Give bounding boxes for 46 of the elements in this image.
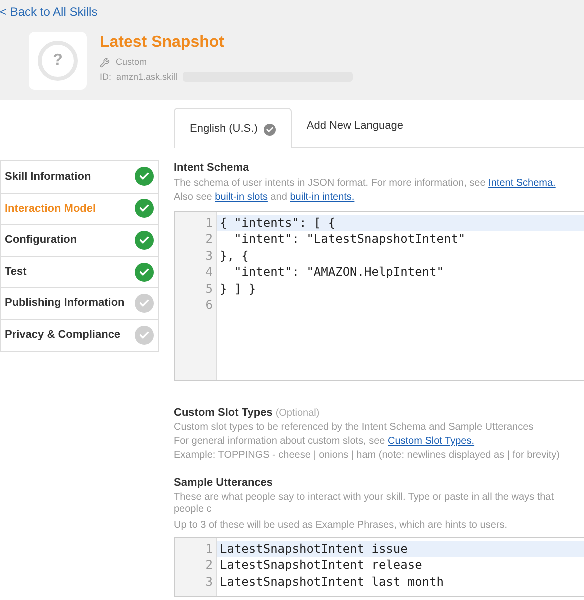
line-number: 4 (204, 264, 214, 280)
skill-title: Latest Snapshot (100, 33, 226, 53)
doc-link[interactable]: Intent Schema. (488, 178, 556, 188)
code-editor[interactable]: 1 2 3 4 5 6 { "intents": [ { "intent": "LatestSnapshotIntent" }, { "intent": "AMAZON.HelpIntent" } ] } (174, 210, 584, 380)
question-mark: ? (53, 51, 63, 71)
section-title: Sample Utterances (174, 476, 274, 491)
language-tab[interactable]: English (U.S.) (174, 108, 292, 148)
sidebar-item[interactable]: Configuration (1, 224, 158, 256)
line-number: 6 (204, 297, 214, 314)
line-number: 3 (204, 248, 214, 264)
description-text: These are what people say to interact with your skill. Type or paste in all the ways that people c (174, 492, 556, 516)
back-link[interactable]: < Back to All Skills (0, 4, 584, 20)
code-line: } ] } (219, 280, 258, 297)
section-title: Intent Schema (174, 161, 250, 176)
sidebar-item[interactable]: Publishing Information (1, 287, 158, 319)
language-tab[interactable]: Add New Language (292, 108, 418, 147)
description-text: The schema of user intents in JSON format. For more information, see Intent Schema. (174, 176, 557, 190)
description-text: Custom slot types to be referenced by the Intent Schema and Sample Utterances (174, 421, 535, 435)
section-title: Custom Slot Types (174, 406, 273, 420)
code-line: "intent": "LatestSnapshotIntent" (233, 231, 467, 248)
line-number: 2 (204, 231, 214, 248)
code-line: "intent": "AMAZON.HelpIntent" (233, 264, 445, 280)
line-number: 1 (204, 214, 214, 231)
optional-label: (Optional) (276, 406, 320, 420)
description-text: For general information about custom slots, see Custom Slot Types. (174, 435, 476, 449)
code-line: }, { (219, 248, 250, 264)
description-text: Also see built-in slots and built-in intents. (174, 190, 356, 204)
line-number: 5 (204, 280, 214, 297)
sidebar-item[interactable]: Test (1, 256, 158, 288)
sidebar-item[interactable]: Privacy & Compliance (1, 318, 158, 351)
skill-type: Custom (116, 56, 148, 69)
line-number: 1 (204, 540, 214, 557)
wrench-icon (100, 58, 110, 68)
code-line: LatestSnapshotIntent last month (219, 574, 445, 590)
line-number: 3 (204, 574, 214, 590)
code-editor[interactable]: 1 2 3 LatestSnapshotIntent issue LatestSnapshotIntent release LatestSnapshotIntent last month (174, 536, 584, 596)
description-text: Example: TOPPINGS - cheese | onions | ham (note: newlines displayed as | for brevity) (174, 449, 561, 463)
line-number: 2 (204, 557, 214, 574)
sidebar-item[interactable]: Skill Information (1, 161, 158, 193)
description-text: Up to 3 of these will be used as Example Phrases, which are hints to users. (174, 520, 509, 532)
skill-id: amzn1.ask.skill (116, 70, 178, 84)
doc-link[interactable]: built-in intents. (290, 192, 355, 202)
code-line: LatestSnapshotIntent release (219, 557, 424, 574)
doc-link[interactable]: Custom Slot Types. (388, 436, 475, 447)
id-label: ID: (100, 70, 112, 84)
doc-link[interactable]: built-in slots (215, 192, 268, 202)
